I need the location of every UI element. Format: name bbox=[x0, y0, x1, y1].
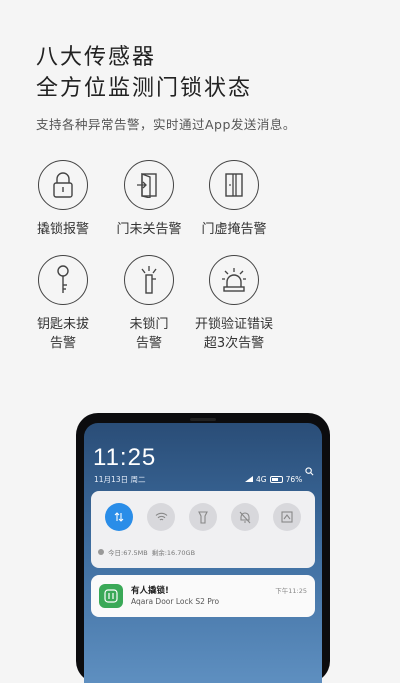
feature-door-ajar: 门虚掩告警 bbox=[184, 160, 284, 239]
title-line-1: 八大传感器 bbox=[36, 45, 157, 70]
feature-label: 撬锁报警 bbox=[36, 222, 89, 237]
storage-today: 今日:67.5MB bbox=[108, 549, 148, 557]
notification-body: Aqara Door Lock S2 Pro bbox=[131, 597, 220, 606]
search-icon[interactable] bbox=[305, 461, 314, 480]
flashlight-icon[interactable] bbox=[189, 503, 217, 531]
unlocked-bolt-icon bbox=[124, 255, 174, 305]
feature-verification-error: 开锁验证错误 超3次告警 bbox=[184, 255, 284, 353]
phone-screen: 11:25 11月13日 周二 4G 76% 今日:67.5MB 剩余:16.7… bbox=[84, 423, 322, 683]
status-bar: 4G 76% bbox=[245, 475, 302, 484]
headline: 八大传感器 全方位监测门锁状态 bbox=[36, 42, 252, 104]
storage-remaining: 剩余:16.70GB bbox=[151, 549, 196, 557]
battery-icon bbox=[269, 476, 283, 483]
notification-card[interactable]: 有人撬锁! Aqara Door Lock S2 Pro 下午11:25 bbox=[91, 575, 315, 617]
battery-level: 76% bbox=[285, 475, 303, 484]
mi-home-app-icon bbox=[99, 584, 123, 608]
door-ajar-icon bbox=[209, 160, 259, 210]
phone-camera bbox=[190, 418, 216, 421]
alarm-siren-icon bbox=[209, 255, 259, 305]
storage-icon bbox=[98, 549, 104, 555]
title-line-2: 全方位监测门锁状态 bbox=[36, 76, 253, 101]
date: 11月13日 周二 bbox=[94, 475, 146, 484]
feature-label: 门虚掩告警 bbox=[201, 222, 267, 237]
phone-mockup: 11:25 11月13日 周二 4G 76% 今日:67.5MB 剩余:16.7… bbox=[76, 413, 330, 683]
feature-pry-lock-alarm: 撬锁报警 bbox=[13, 160, 113, 239]
notification-title: 有人撬锁! bbox=[131, 586, 169, 596]
feature-key-not-removed: 钥匙未拔 告警 bbox=[13, 255, 113, 353]
mute-bell-icon[interactable] bbox=[231, 503, 259, 531]
key-icon bbox=[38, 255, 88, 305]
quick-settings-panel: 今日:67.5MB 剩余:16.70GB bbox=[91, 491, 315, 568]
door-open-icon bbox=[124, 160, 174, 210]
screenshot-icon[interactable] bbox=[273, 503, 301, 531]
signal-icon bbox=[245, 475, 253, 484]
clock: 11:25 bbox=[93, 444, 157, 471]
feature-label: 开锁验证错误 超3次告警 bbox=[194, 317, 273, 351]
lock-icon bbox=[38, 160, 88, 210]
subtitle: 支持各种异常告警，实时通过App发送消息。 bbox=[36, 117, 296, 132]
wifi-icon[interactable] bbox=[147, 503, 175, 531]
notification-time: 下午11:25 bbox=[275, 587, 307, 595]
network-type: 4G bbox=[256, 475, 267, 484]
data-toggle-icon[interactable] bbox=[105, 503, 133, 531]
feature-label: 钥匙未拔 告警 bbox=[36, 317, 89, 351]
storage-info: 今日:67.5MB 剩余:16.70GB bbox=[98, 547, 195, 557]
